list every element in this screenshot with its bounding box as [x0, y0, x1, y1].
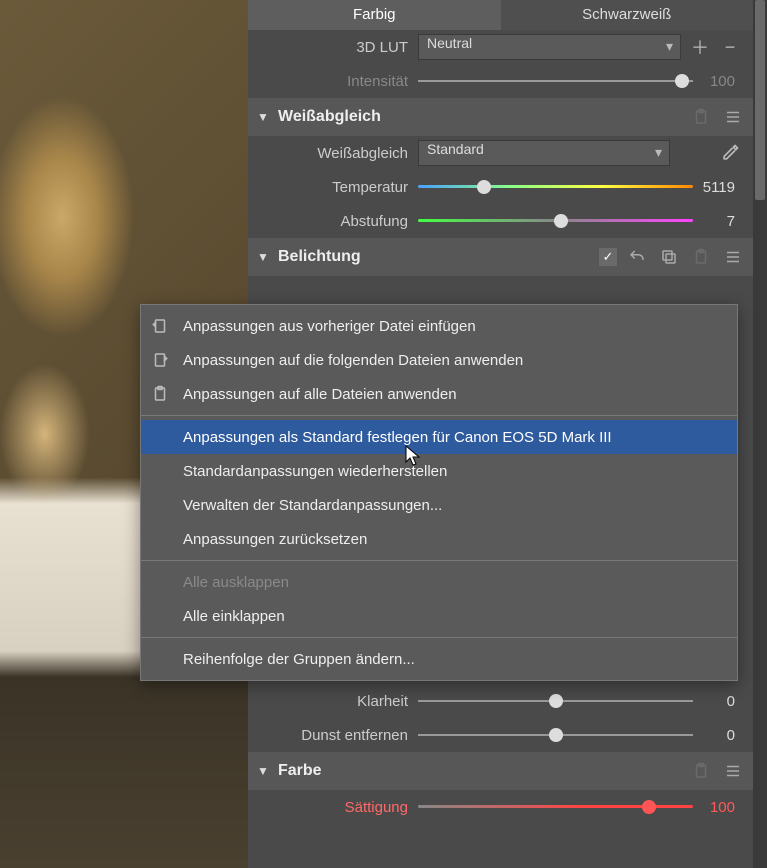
menu-item-label: Standardanpassungen wiederherstellen	[183, 463, 447, 480]
wb-preset-select[interactable]: Standard	[418, 140, 670, 166]
menu-item-label: Anpassungen zurücksetzen	[183, 531, 367, 548]
panel-scrollbar[interactable]	[753, 0, 767, 868]
menu-apply-all[interactable]: Anpassungen auf alle Dateien anwenden	[141, 377, 737, 411]
tab-color[interactable]: Farbig	[248, 0, 501, 30]
section-title: Weißabgleich	[278, 108, 681, 126]
menu-separator	[141, 415, 737, 416]
lut-remove-button[interactable]: −	[719, 36, 741, 58]
section-color[interactable]: ▼ Farbe	[248, 752, 753, 790]
tab-bw[interactable]: Schwarzweiß	[501, 0, 754, 30]
menu-restore-default[interactable]: Standardanpassungen wiederherstellen	[141, 454, 737, 488]
section-title: Belichtung	[278, 248, 591, 266]
menu-icon[interactable]	[721, 759, 745, 783]
saturation-slider[interactable]	[418, 797, 693, 817]
section-enable-checkbox[interactable]: ✓	[599, 248, 617, 266]
menu-item-label: Anpassungen auf alle Dateien anwenden	[183, 386, 457, 403]
apply-next-icon	[147, 350, 173, 370]
menu-paste-previous[interactable]: Anpassungen aus vorheriger Datei einfüge…	[141, 309, 737, 343]
dehaze-value: 0	[693, 727, 741, 744]
menu-reorder-groups[interactable]: Reihenfolge der Gruppen ändern...	[141, 642, 737, 676]
wb-tint-slider[interactable]	[418, 211, 693, 231]
chevron-down-icon: ▼	[256, 250, 270, 264]
menu-icon[interactable]	[721, 105, 745, 129]
menu-separator	[141, 560, 737, 561]
context-menu: Anpassungen aus vorheriger Datei einfüge…	[140, 304, 738, 681]
menu-item-label: Anpassungen auf die folgenden Dateien an…	[183, 352, 523, 369]
lut-intensity-label: Intensität	[248, 73, 418, 90]
paste-icon[interactable]	[689, 105, 713, 129]
menu-item-label: Anpassungen aus vorheriger Datei einfüge…	[183, 318, 476, 335]
apply-all-icon	[147, 384, 173, 404]
section-exposure[interactable]: ▼ Belichtung ✓	[248, 238, 753, 276]
paste-icon[interactable]	[689, 245, 713, 269]
chevron-down-icon: ▼	[256, 764, 270, 778]
saturation-value: 100	[693, 799, 741, 816]
menu-collapse-all[interactable]: Alle einklappen	[141, 599, 737, 633]
section-title: Farbe	[278, 762, 681, 780]
clarity-label: Klarheit	[248, 693, 418, 710]
saturation-label: Sättigung	[248, 799, 418, 816]
undo-icon[interactable]	[625, 245, 649, 269]
eyedropper-icon[interactable]	[719, 142, 741, 164]
clarity-slider[interactable]	[418, 691, 693, 711]
dehaze-slider[interactable]	[418, 725, 693, 745]
menu-expand-all: Alle ausklappen	[141, 565, 737, 599]
wb-temp-slider[interactable]	[418, 177, 693, 197]
menu-item-label: Alle einklappen	[183, 608, 285, 625]
color-mode-tabs: Farbig Schwarzweiß	[248, 0, 753, 30]
menu-item-label: Verwalten der Standardanpassungen...	[183, 497, 442, 514]
menu-icon[interactable]	[721, 245, 745, 269]
dehaze-label: Dunst entfernen	[248, 727, 418, 744]
menu-apply-following[interactable]: Anpassungen auf die folgenden Dateien an…	[141, 343, 737, 377]
lut-row: 3D LUT Neutral ＋ −	[248, 30, 753, 64]
copy-icon[interactable]	[657, 245, 681, 269]
menu-item-label: Reihenfolge der Gruppen ändern...	[183, 651, 415, 668]
lut-intensity-value: 100	[693, 73, 741, 90]
section-whitebalance[interactable]: ▼ Weißabgleich	[248, 98, 753, 136]
lut-add-button[interactable]: ＋	[689, 36, 711, 58]
clarity-value: 0	[693, 693, 741, 710]
menu-set-default[interactable]: Anpassungen als Standard festlegen für C…	[141, 420, 737, 454]
lut-select[interactable]: Neutral	[418, 34, 681, 60]
wb-preset-label: Weißabgleich	[248, 145, 418, 162]
wb-tint-label: Abstufung	[248, 213, 418, 230]
lut-intensity-row: Intensität 100	[248, 64, 753, 98]
wb-tint-value: 7	[693, 213, 741, 230]
menu-separator	[141, 637, 737, 638]
wb-temp-value: 5119	[693, 179, 741, 196]
menu-item-label: Alle ausklappen	[183, 574, 289, 591]
menu-reset[interactable]: Anpassungen zurücksetzen	[141, 522, 737, 556]
menu-item-label: Anpassungen als Standard festlegen für C…	[183, 429, 612, 446]
lut-label: 3D LUT	[248, 39, 418, 56]
paste-icon[interactable]	[689, 759, 713, 783]
paste-prev-icon	[147, 316, 173, 336]
menu-manage-default[interactable]: Verwalten der Standardanpassungen...	[141, 488, 737, 522]
lut-intensity-slider[interactable]	[418, 71, 693, 91]
chevron-down-icon: ▼	[256, 110, 270, 124]
wb-temp-label: Temperatur	[248, 179, 418, 196]
